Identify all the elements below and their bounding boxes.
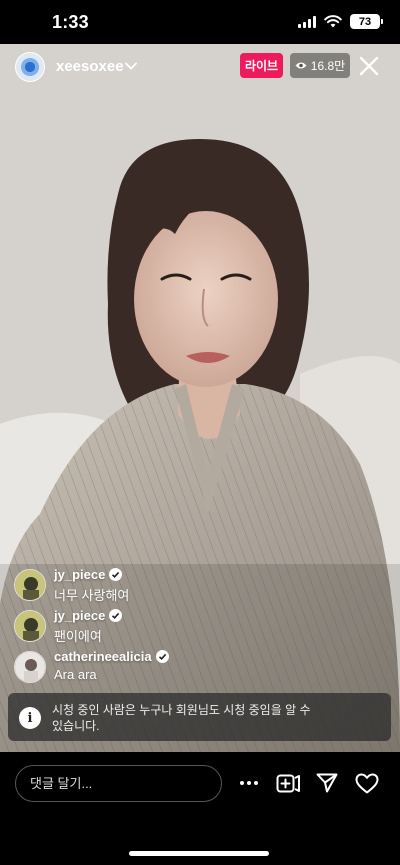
eye-icon — [295, 62, 307, 69]
verified-icon — [109, 609, 123, 622]
heart-icon[interactable] — [353, 769, 381, 797]
status-time: 1:33 — [52, 12, 89, 32]
commenter-avatar[interactable] — [14, 569, 46, 601]
comment-item[interactable]: catherineealicia Ara ara — [14, 647, 354, 685]
verified-icon — [109, 568, 123, 581]
live-video[interactable] — [0, 44, 400, 752]
verified-icon — [155, 650, 169, 663]
status-bar: 1:33 73 — [0, 0, 400, 44]
comment-item[interactable]: jy_piece 팬이에여 — [14, 606, 354, 644]
live-badge: 라이브 — [240, 53, 283, 78]
comment-text: Ara ara — [54, 667, 97, 682]
comment-input[interactable] — [15, 765, 222, 802]
comment-text: 너무 사랑해여 — [54, 588, 130, 603]
home-indicator[interactable] — [129, 851, 269, 856]
viewer-visibility-notice: i 시청 중인 사람은 누구나 회원님도 시청 중임을 알 수 있습니다. — [8, 693, 391, 741]
live-header: xeesoxee 라이브 16.8만 — [0, 50, 400, 82]
add-guest-icon[interactable] — [274, 769, 302, 797]
close-icon[interactable] — [357, 54, 381, 78]
commenter-username[interactable]: catherineealicia — [54, 649, 169, 664]
comment-item[interactable]: jy_piece 너무 사랑해여 — [14, 565, 354, 603]
video-frame-image — [0, 44, 400, 752]
battery-icon: 73 — [350, 14, 383, 29]
more-icon[interactable] — [235, 769, 263, 797]
chevron-down-icon[interactable] — [124, 59, 138, 73]
commenter-username[interactable]: jy_piece — [54, 567, 123, 582]
cellular-signal-icon — [298, 15, 316, 28]
wifi-icon — [324, 15, 342, 28]
commenter-avatar[interactable] — [14, 651, 46, 683]
commenter-avatar[interactable] — [14, 610, 46, 642]
share-icon[interactable] — [313, 769, 341, 797]
commenter-username[interactable]: jy_piece — [54, 608, 123, 623]
info-icon: i — [19, 707, 41, 729]
comment-text: 팬이에여 — [54, 629, 102, 644]
battery-level: 73 — [358, 15, 372, 28]
status-icons: 73 — [298, 14, 383, 29]
host-avatar[interactable] — [15, 52, 45, 82]
viewer-count: 16.8만 — [310, 59, 346, 73]
bottom-bar — [0, 752, 400, 865]
notice-text: 시청 중인 사람은 누구나 회원님도 시청 중임을 알 수 있습니다. — [52, 703, 311, 733]
host-username[interactable]: xeesoxee — [56, 58, 124, 75]
viewer-count-badge[interactable]: 16.8만 — [290, 53, 350, 78]
